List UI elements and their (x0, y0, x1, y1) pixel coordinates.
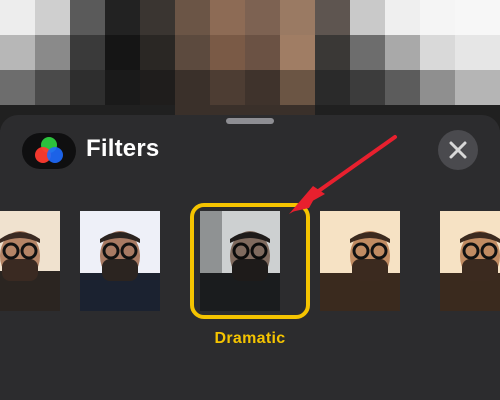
filter-thumbnail-warm[interactable] (320, 211, 400, 311)
filter-thumbnail-warm[interactable] (0, 211, 60, 311)
portrait-image (0, 211, 60, 311)
portrait-image (440, 211, 500, 311)
camera-preview-background (0, 0, 500, 130)
sheet-title: Filters (86, 135, 160, 162)
portrait-image (80, 211, 160, 311)
selected-filter-label: Dramatic (214, 330, 286, 347)
close-icon (449, 141, 467, 159)
filter-thumbnail-warm[interactable] (440, 211, 500, 311)
sheet-grabber[interactable] (226, 118, 274, 124)
close-button[interactable] (438, 130, 478, 170)
annotation-arrow-icon (289, 135, 397, 214)
filter-thumbnail-cool[interactable] (80, 211, 160, 311)
color-filters-icon (22, 133, 76, 169)
portrait-image (320, 211, 400, 311)
